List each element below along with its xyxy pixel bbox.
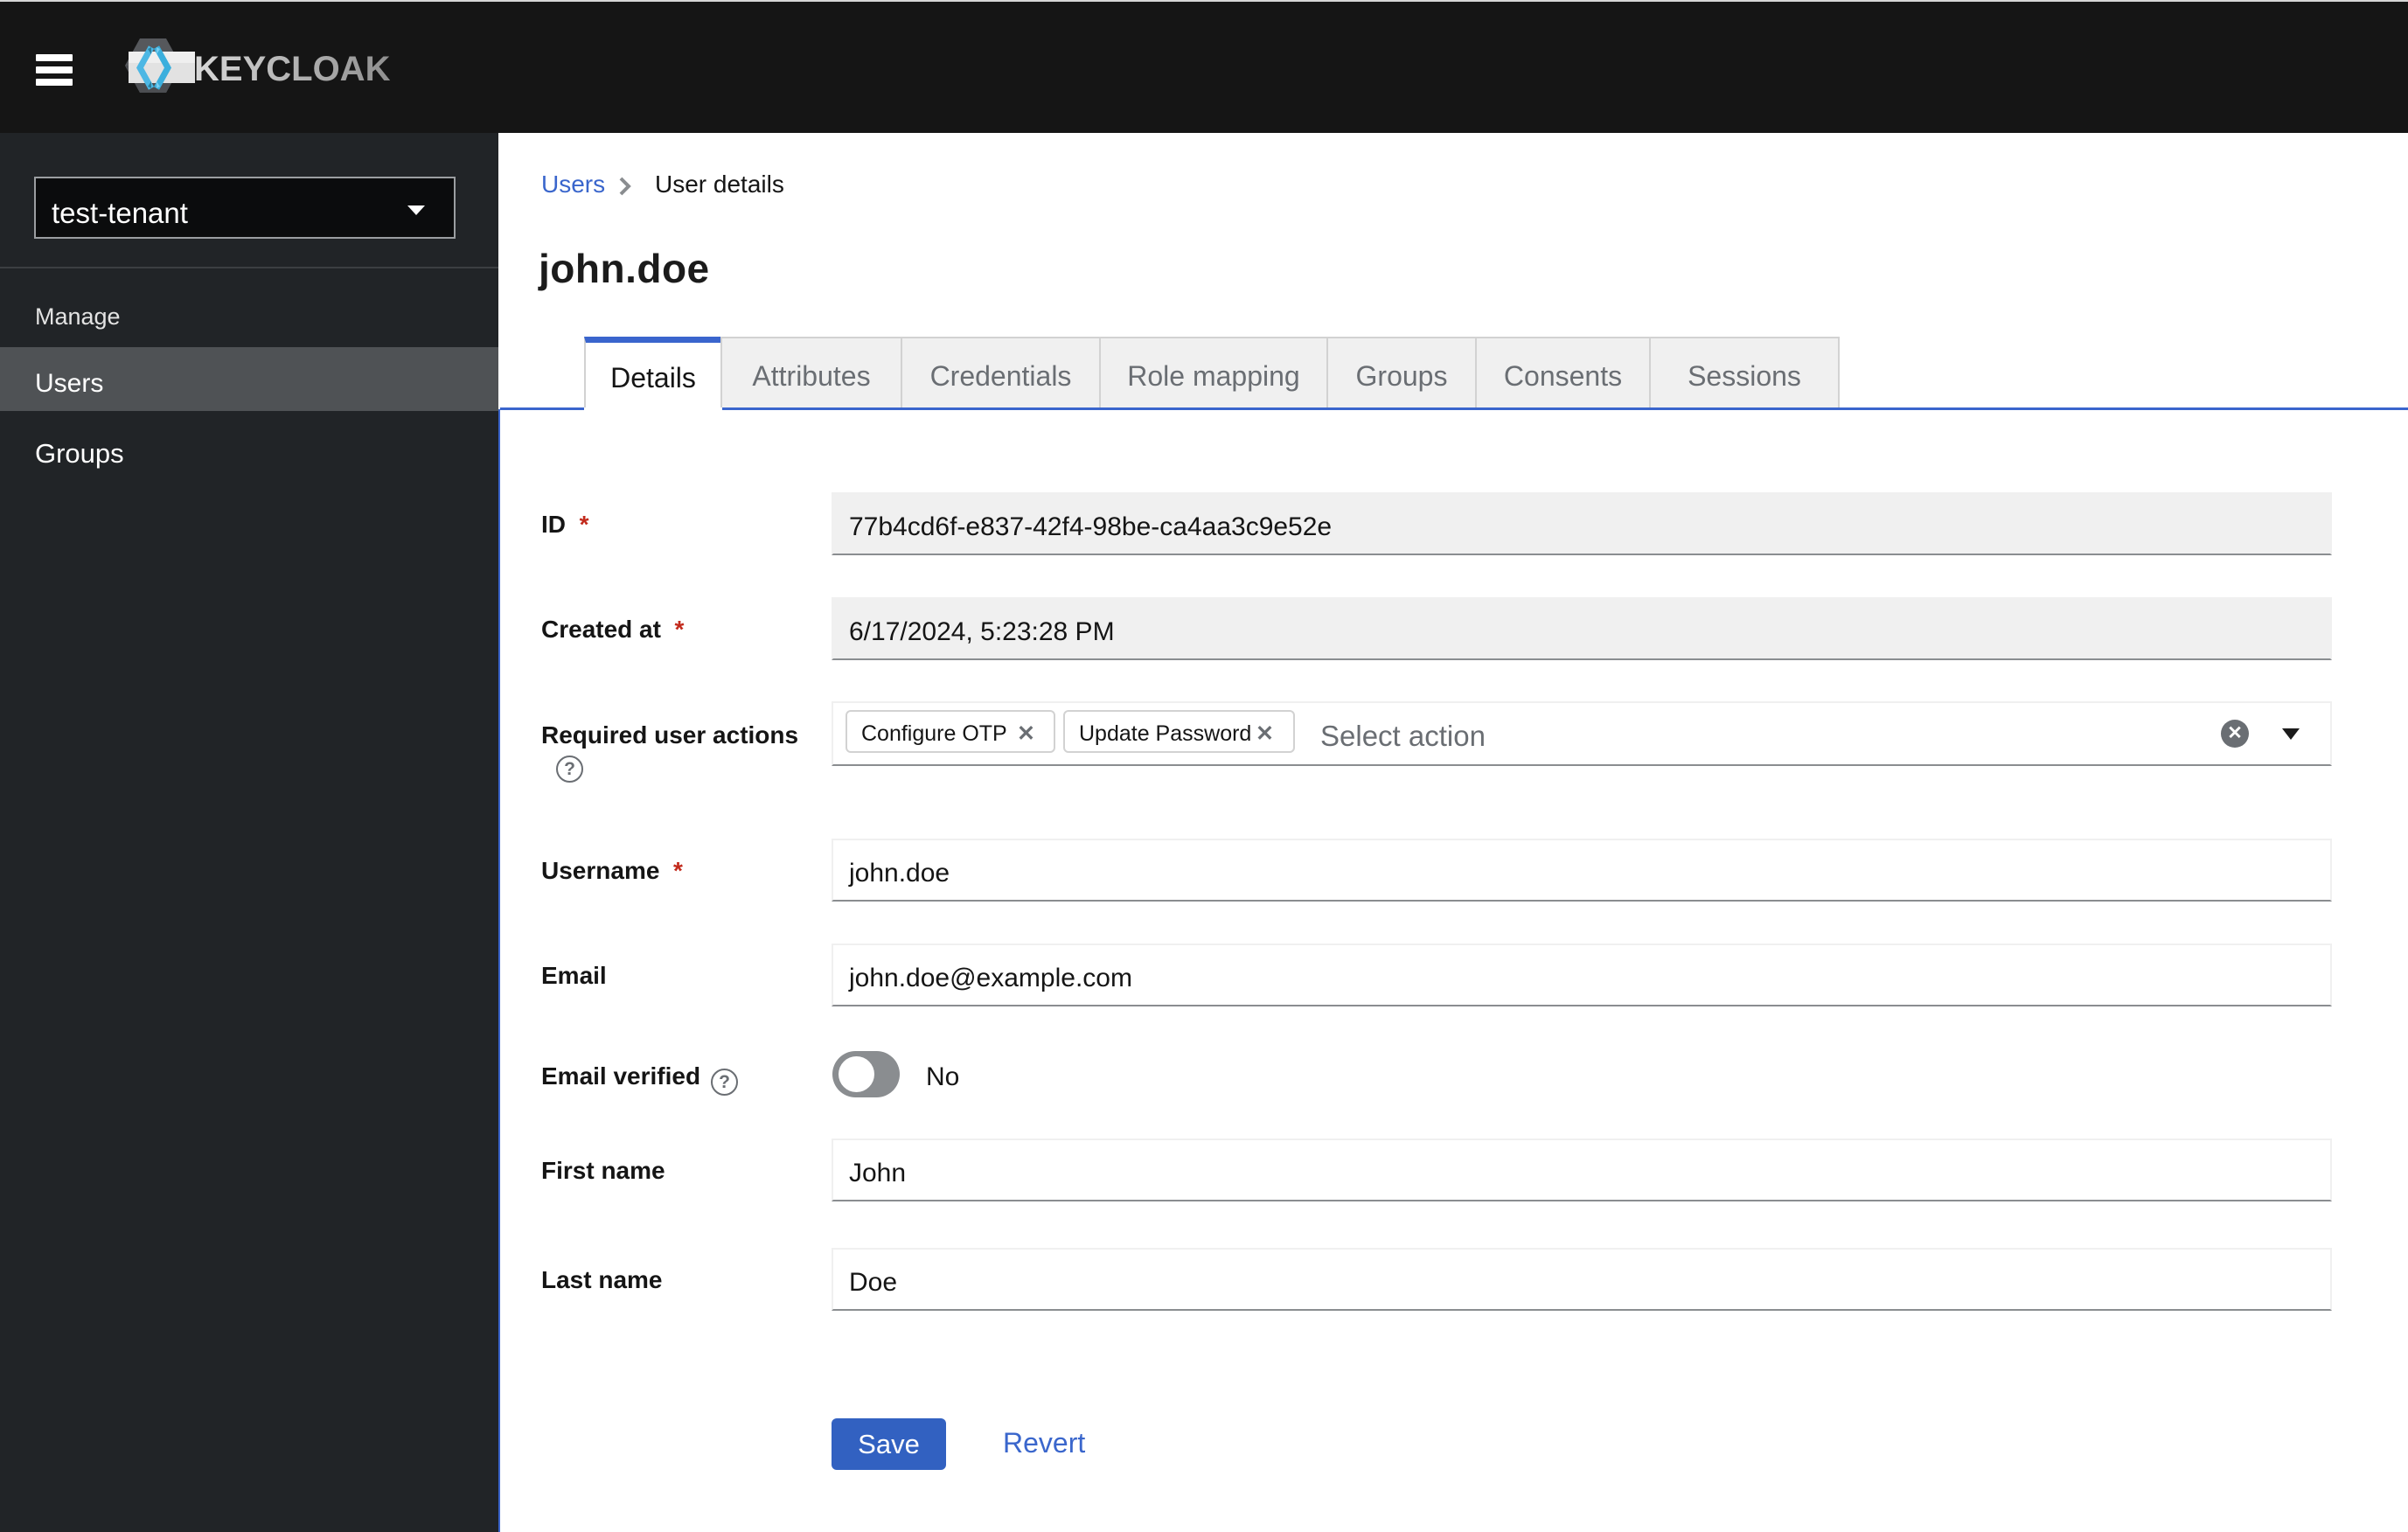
svg-text:KEYCLOAK: KEYCLOAK xyxy=(194,50,391,88)
